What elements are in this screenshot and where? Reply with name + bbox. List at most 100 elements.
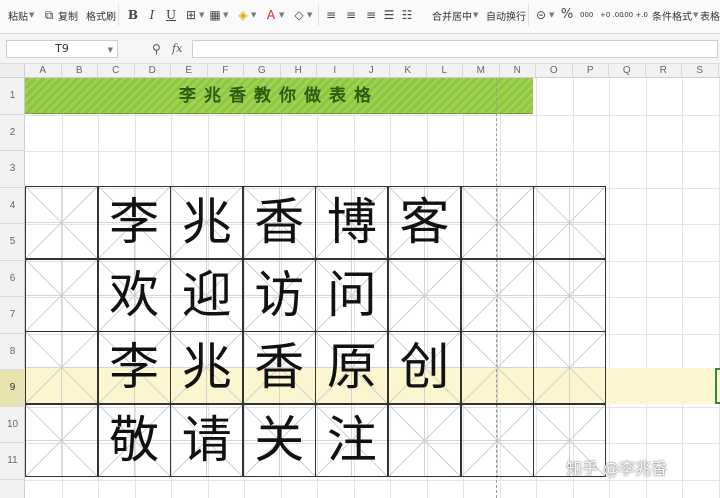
column-header-r[interactable]: R (646, 64, 682, 78)
row-header-10[interactable]: 10 (0, 407, 25, 443)
guide-lines (534, 332, 606, 404)
practice-box[interactable]: 兆 (170, 331, 244, 405)
name-box[interactable]: T9 ▼ (6, 40, 118, 58)
row-header-5[interactable]: 5 (0, 224, 25, 261)
thousands-separator-button[interactable]: 000 (580, 0, 593, 30)
bold-button[interactable]: B (126, 0, 140, 30)
practice-box[interactable]: 问 (315, 258, 389, 332)
column-header-g[interactable]: G (244, 64, 281, 78)
column-header-o[interactable]: O (536, 64, 573, 78)
practice-box[interactable]: 迎 (170, 258, 244, 332)
practice-box[interactable]: 博 (315, 186, 389, 259)
practice-box[interactable]: 香 (242, 186, 316, 259)
fill-color-button[interactable]: ◈ ▼ (236, 0, 256, 30)
practice-box[interactable]: 原 (315, 331, 389, 405)
practice-box[interactable] (25, 186, 98, 259)
row-header-1[interactable]: 1 (0, 78, 25, 115)
align-middle-button[interactable]: ≡ (344, 0, 358, 30)
clear-format-button[interactable]: ◇ ▼ (292, 0, 312, 30)
row-header-4[interactable]: 4 (0, 188, 25, 224)
practice-box[interactable]: 访 (242, 258, 316, 332)
practice-box[interactable] (460, 331, 534, 405)
column-header-d[interactable]: D (135, 64, 171, 78)
table-style-button[interactable]: 表格样式 (698, 0, 720, 30)
select-all-corner[interactable] (0, 64, 25, 78)
column-header-k[interactable]: K (390, 64, 427, 78)
row-header-2[interactable]: 2 (0, 115, 25, 151)
row-header-6[interactable]: 6 (0, 261, 25, 297)
practice-box[interactable] (533, 331, 607, 405)
practice-box[interactable]: 李 (97, 186, 171, 259)
column-header-m[interactable]: M (463, 64, 500, 78)
practice-box[interactable]: 注 (315, 403, 389, 477)
practice-box[interactable] (460, 258, 534, 332)
column-header-i[interactable]: I (317, 64, 354, 78)
fx-icon[interactable]: fx (172, 42, 182, 55)
practice-box[interactable]: 香 (242, 331, 316, 405)
column-header-b[interactable]: B (62, 64, 98, 78)
column-header-j[interactable]: J (354, 64, 390, 78)
column-header-c[interactable]: C (98, 64, 135, 78)
practice-box[interactable]: 敬 (97, 403, 171, 477)
column-header-f[interactable]: F (208, 64, 244, 78)
format-painter-button[interactable]: 格式刷 (84, 0, 116, 30)
column-header-a[interactable]: A (25, 64, 62, 78)
worksheet-grid[interactable]: 李兆香教你做表格 李兆香博客欢迎访问李兆香原创敬请关注 (25, 78, 720, 498)
decrease-decimal-button[interactable]: .00 +.0 (622, 0, 648, 30)
wrap-text-button[interactable]: 自动换行 (484, 0, 526, 30)
underline-icon: U (165, 8, 177, 22)
italic-button[interactable]: I (145, 0, 159, 30)
align-left-button[interactable]: ☰ (382, 0, 396, 30)
number-format-button[interactable]: ⊝ ▼ (534, 0, 554, 30)
distributed-align-button[interactable]: ☷ (400, 0, 414, 30)
practice-box[interactable]: 创 (388, 331, 461, 405)
font-color-button[interactable]: A ▼ (264, 0, 285, 30)
column-header-h[interactable]: H (281, 64, 317, 78)
practice-box[interactable]: 李 (97, 331, 171, 405)
practice-box[interactable] (388, 403, 461, 477)
practice-box[interactable]: 欢 (97, 258, 171, 332)
practice-character: 迎 (181, 265, 232, 324)
formula-input[interactable] (192, 40, 718, 58)
zoom-icon[interactable]: ⚲ (152, 42, 161, 56)
practice-box[interactable]: 客 (388, 186, 461, 259)
row-header-3[interactable]: 3 (0, 151, 25, 188)
increase-decimal-button[interactable]: +0 .00 (600, 0, 624, 30)
practice-box[interactable] (25, 403, 98, 477)
column-header-q[interactable]: Q (609, 64, 646, 78)
copy-button[interactable]: ⧉ 复制 (42, 0, 78, 30)
practice-box[interactable] (533, 258, 607, 332)
row-header-11[interactable]: 11 (0, 443, 25, 480)
row-header-8[interactable]: 8 (0, 334, 25, 370)
column-header-e[interactable]: E (171, 64, 208, 78)
column-header-p[interactable]: P (573, 64, 609, 78)
practice-box[interactable]: 关 (242, 403, 316, 477)
practice-box[interactable] (533, 186, 607, 259)
align-top-button[interactable]: ≡ (324, 0, 338, 30)
practice-box[interactable] (25, 258, 98, 332)
column-header-s[interactable]: S (682, 64, 719, 78)
practice-box[interactable] (460, 403, 534, 477)
practice-box[interactable]: 请 (170, 403, 244, 477)
underline-button[interactable]: U (164, 0, 178, 30)
font-color-icon: A (266, 8, 276, 22)
practice-box[interactable]: 兆 (170, 186, 244, 259)
row-header-9[interactable]: 9 (0, 370, 25, 407)
merge-center-button[interactable]: 合并居中 ▼ (430, 0, 478, 30)
guide-lines (461, 404, 533, 476)
conditional-format-button[interactable]: 条件格式 ▼ (650, 0, 698, 30)
practice-character: 李 (109, 193, 160, 251)
align-bottom-button[interactable]: ≡ (364, 0, 378, 30)
practice-box[interactable] (460, 186, 534, 259)
percent-button[interactable]: % (560, 0, 574, 30)
cell-style-button[interactable]: ▦ ▼ (208, 0, 228, 30)
practice-box[interactable] (388, 258, 461, 332)
guide-lines (26, 259, 97, 331)
column-header-l[interactable]: L (427, 64, 463, 78)
paste-button[interactable]: 粘贴 ▼ (6, 0, 34, 30)
gridline (718, 78, 720, 498)
borders-button[interactable]: ⊞ ▼ (184, 0, 204, 30)
practice-box[interactable] (25, 331, 98, 405)
row-header-7[interactable]: 7 (0, 297, 25, 334)
column-header-n[interactable]: N (500, 64, 536, 78)
